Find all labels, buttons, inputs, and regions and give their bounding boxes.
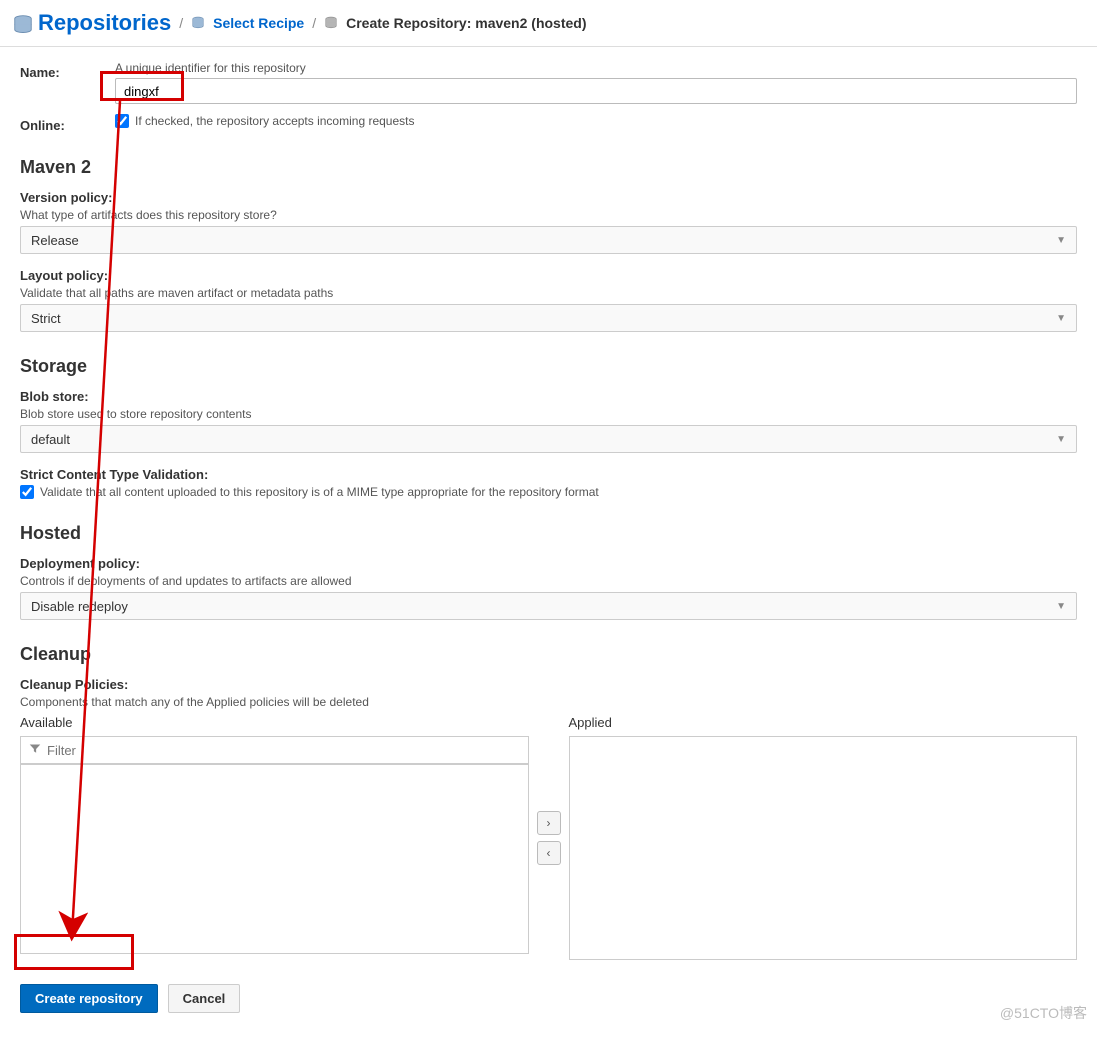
available-label: Available xyxy=(20,715,529,730)
strict-validation-desc: Validate that all content uploaded to th… xyxy=(40,485,599,499)
version-policy-desc: What type of artifacts does this reposit… xyxy=(20,208,1077,222)
layout-policy-label: Layout policy: xyxy=(20,268,1077,283)
filter-input[interactable] xyxy=(47,743,520,758)
storage-section-title: Storage xyxy=(20,356,1077,377)
blob-store-label: Blob store: xyxy=(20,389,1077,404)
chevron-down-icon: ▼ xyxy=(1056,601,1066,612)
filter-icon xyxy=(29,743,41,758)
name-label: Name: xyxy=(20,61,115,80)
breadcrumb-separator: / xyxy=(312,15,316,31)
deployment-policy-value: Disable redeploy xyxy=(31,599,128,614)
strict-validation-label: Strict Content Type Validation: xyxy=(20,467,1077,482)
chevron-down-icon: ▼ xyxy=(1056,434,1066,445)
blob-store-dropdown[interactable]: default ▼ xyxy=(20,425,1077,453)
hosted-section-title: Hosted xyxy=(20,523,1077,544)
online-desc: If checked, the repository accepts incom… xyxy=(135,114,414,128)
move-right-button[interactable]: › xyxy=(537,811,561,835)
blob-store-value: default xyxy=(31,432,70,447)
strict-validation-checkbox[interactable] xyxy=(20,485,34,499)
deployment-policy-desc: Controls if deployments of and updates t… xyxy=(20,574,1077,588)
applied-listbox[interactable] xyxy=(569,736,1078,960)
breadcrumb-repositories[interactable]: Repositories xyxy=(38,10,171,36)
database-icon xyxy=(324,16,338,30)
chevron-right-icon: › xyxy=(547,816,551,830)
chevron-down-icon: ▼ xyxy=(1056,313,1066,324)
version-policy-dropdown[interactable]: Release ▼ xyxy=(20,226,1077,254)
chevron-left-icon: ‹ xyxy=(547,846,551,860)
deployment-policy-dropdown[interactable]: Disable redeploy ▼ xyxy=(20,592,1077,620)
cleanup-section-title: Cleanup xyxy=(20,644,1077,665)
layout-policy-value: Strict xyxy=(31,311,61,326)
database-icon xyxy=(12,14,30,32)
online-label: Online: xyxy=(20,114,115,133)
deployment-policy-label: Deployment policy: xyxy=(20,556,1077,571)
applied-label: Applied xyxy=(569,715,1078,730)
breadcrumb-current: Create Repository: maven2 (hosted) xyxy=(346,15,586,31)
database-icon xyxy=(191,16,205,30)
blob-store-desc: Blob store used to store repository cont… xyxy=(20,407,1077,421)
filter-box[interactable] xyxy=(20,736,529,764)
maven2-section-title: Maven 2 xyxy=(20,157,1077,178)
version-policy-label: Version policy: xyxy=(20,190,1077,205)
breadcrumb-separator: / xyxy=(179,15,183,31)
layout-policy-dropdown[interactable]: Strict ▼ xyxy=(20,304,1077,332)
breadcrumb: Repositories / Select Recipe / Create Re… xyxy=(0,0,1097,47)
online-checkbox[interactable] xyxy=(115,114,129,128)
version-policy-value: Release xyxy=(31,233,79,248)
available-listbox[interactable] xyxy=(20,764,529,954)
cancel-button[interactable]: Cancel xyxy=(168,984,241,1013)
cleanup-policies-label: Cleanup Policies: xyxy=(20,677,1077,692)
watermark: @51CTO博客 xyxy=(1000,1003,1087,1023)
layout-policy-desc: Validate that all paths are maven artifa… xyxy=(20,286,1077,300)
create-repository-button[interactable]: Create repository xyxy=(20,984,158,1013)
cleanup-policies-desc: Components that match any of the Applied… xyxy=(20,695,1077,709)
name-desc: A unique identifier for this repository xyxy=(115,61,1077,75)
breadcrumb-select-recipe[interactable]: Select Recipe xyxy=(213,15,304,31)
name-input[interactable] xyxy=(115,78,1077,104)
chevron-down-icon: ▼ xyxy=(1056,235,1066,246)
move-left-button[interactable]: ‹ xyxy=(537,841,561,865)
